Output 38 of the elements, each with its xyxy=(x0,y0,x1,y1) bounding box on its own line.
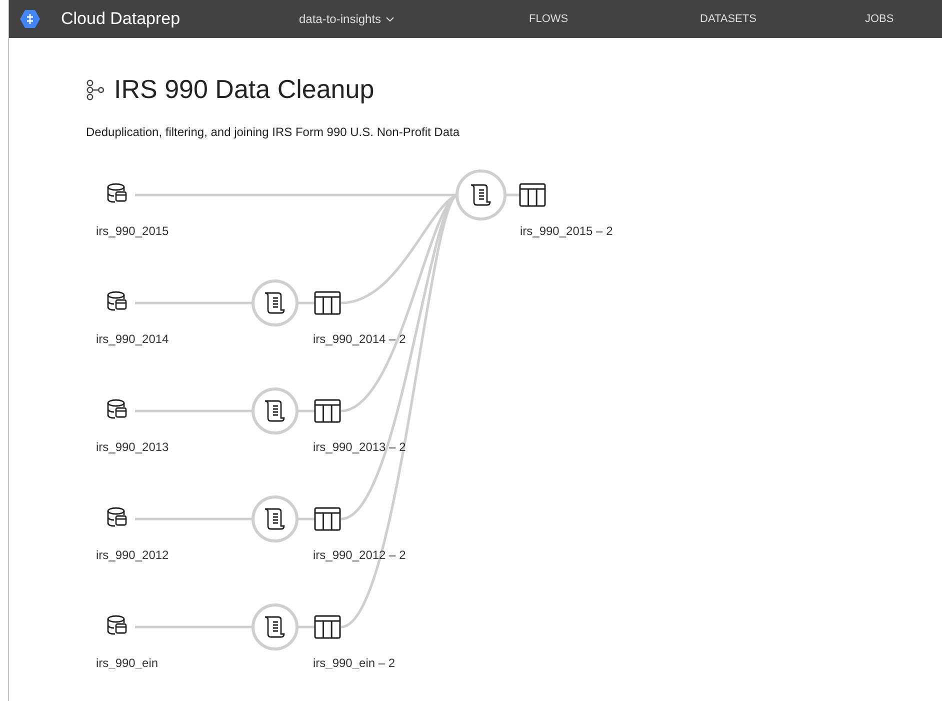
database-icon[interactable] xyxy=(107,291,127,311)
connector-line xyxy=(297,410,315,412)
dataset-label: irs_990_2015 – 2 xyxy=(520,224,613,238)
table-icon[interactable] xyxy=(314,507,341,531)
flow-description: Deduplication, filtering, and joining IRS Form 990 U.S. Non-Profit Data xyxy=(86,125,461,139)
chevron-icon xyxy=(386,16,394,22)
table-icon[interactable] xyxy=(314,615,341,639)
connector-line xyxy=(297,302,315,304)
nav-link[interactable]: JOBS xyxy=(865,13,894,25)
logo-icon xyxy=(20,9,40,29)
project-selector[interactable]: data-to-insights xyxy=(299,12,529,26)
app-title: Cloud Dataprep xyxy=(61,9,180,29)
dataset-label: irs_990_2013 – 2 xyxy=(313,440,406,454)
recipe-node[interactable] xyxy=(252,604,298,650)
dataset-label: irs_990_2014 xyxy=(96,332,169,346)
nav-link[interactable]: DATASETS xyxy=(700,13,865,25)
dataset-label: irs_990_2015 xyxy=(96,224,169,238)
dataset-label: irs_990_2014 – 2 xyxy=(313,332,406,346)
database-icon[interactable] xyxy=(107,615,127,635)
recipe-node[interactable] xyxy=(252,496,298,542)
table-icon[interactable] xyxy=(519,183,546,207)
dataset-label: irs_990_2013 xyxy=(96,440,169,454)
recipe-node[interactable] xyxy=(252,280,298,326)
table-icon[interactable] xyxy=(314,399,341,423)
connector-line xyxy=(505,194,520,196)
flow-title: IRS 990 Data Cleanup xyxy=(114,74,374,105)
database-icon[interactable] xyxy=(107,507,127,527)
connector-line xyxy=(297,518,315,520)
nav-link[interactable]: FLOWS xyxy=(529,13,700,25)
recipe-node[interactable] xyxy=(252,388,298,434)
recipe-node[interactable] xyxy=(456,170,506,220)
database-icon[interactable] xyxy=(107,183,127,203)
table-icon[interactable] xyxy=(314,291,341,315)
dataset-label: irs_990_2012 xyxy=(96,548,169,562)
database-icon[interactable] xyxy=(107,399,127,419)
flow-icon xyxy=(86,78,104,100)
connector-line xyxy=(297,626,315,628)
dataset-label: irs_990_2012 – 2 xyxy=(313,548,406,562)
